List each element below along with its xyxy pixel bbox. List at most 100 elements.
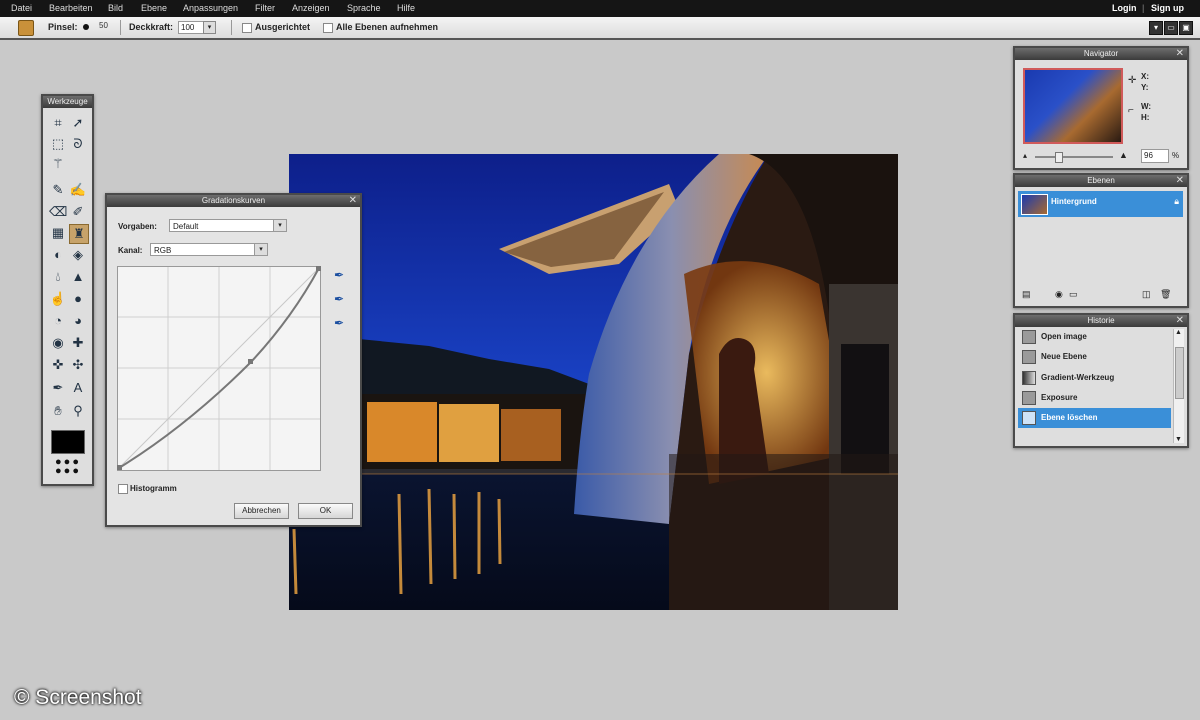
marquee-icon[interactable]: ⬚ [49, 135, 67, 153]
menu-datei[interactable]: Datei [11, 3, 32, 13]
hand-icon[interactable]: ✋︎ [49, 402, 67, 420]
position-icon: ✛ [1128, 75, 1137, 86]
pencil-icon[interactable]: ✎ [49, 181, 67, 199]
navigator-thumbnail[interactable] [1023, 68, 1123, 144]
zoom-slider-handle[interactable] [1055, 152, 1063, 163]
zoom-icon[interactable]: ⚲ [69, 402, 87, 420]
curve-point[interactable] [248, 359, 253, 364]
black-point-eyedropper-icon[interactable]: ✒ [334, 268, 344, 282]
replace-color-icon[interactable]: ✐ [69, 203, 87, 221]
layers-panel: Ebenen ✕ Hintergrund 🔒︎ ▤ ◉ ▭ ◫ 🗑︎ [1013, 173, 1189, 308]
cancel-button[interactable]: Abbrechen [234, 503, 289, 519]
scroll-thumb[interactable] [1175, 347, 1184, 399]
sponge-icon[interactable]: ● [69, 290, 87, 308]
color-picker-icon[interactable]: ✒ [49, 379, 67, 397]
close-icon[interactable]: ✕ [1176, 315, 1184, 327]
menu-filter[interactable]: Filter [255, 3, 275, 13]
channel-select-value: RGB [154, 246, 172, 255]
sharpen-icon[interactable]: ▲ [69, 268, 87, 286]
menu-separator: | [1142, 3, 1145, 13]
type-icon[interactable]: A [69, 379, 87, 397]
menu-bearbeiten[interactable]: Bearbeiten [49, 3, 93, 13]
navigator-y-label: Y: [1141, 83, 1149, 92]
window-fullscreen-button[interactable]: ▣ [1179, 21, 1193, 35]
layers-title: Ebenen [1015, 175, 1187, 187]
clone-stamp-icon[interactable]: ♜ [69, 224, 89, 244]
menu-anpassungen[interactable]: Anpassungen [183, 3, 238, 13]
white-point-eyedropper-icon[interactable]: ✒ [334, 316, 344, 330]
login-link[interactable]: Login [1112, 3, 1137, 13]
history-item[interactable]: Exposure [1018, 388, 1171, 408]
opacity-dropdown-button[interactable]: ▾ [203, 21, 216, 34]
burn-icon[interactable]: ◕ [69, 312, 87, 330]
foreground-color-swatch[interactable] [51, 430, 85, 454]
history-item-selected[interactable]: Ebene löschen [1018, 408, 1171, 428]
scroll-down-icon[interactable]: ▼ [1175, 436, 1182, 443]
close-icon[interactable]: ✕ [1176, 175, 1184, 187]
gradient-icon[interactable]: ▦ [49, 224, 67, 242]
blur-icon[interactable]: 💧︎ [49, 268, 67, 286]
crop-icon[interactable]: ⌗ [49, 114, 67, 132]
new-group-icon[interactable]: ▭ [1069, 289, 1078, 300]
aligned-label: Ausgerichtet [255, 22, 311, 32]
color-replace-icon[interactable]: ◐ [49, 246, 67, 264]
layer-styles-icon[interactable]: ▤ [1022, 289, 1031, 300]
histogram-checkbox[interactable] [118, 484, 128, 494]
dodge-icon[interactable]: ◔ [49, 312, 67, 330]
menu-bild[interactable]: Bild [108, 3, 123, 13]
channel-select[interactable]: RGB ▾ [150, 243, 268, 256]
smudge-icon[interactable]: ☝ [49, 290, 67, 308]
all-layers-label: Alle Ebenen aufnehmen [336, 22, 439, 32]
aligned-checkbox[interactable] [242, 23, 252, 33]
scroll-up-icon[interactable]: ▲ [1175, 329, 1182, 336]
brush-presets-icon[interactable]: ●●● ●●● [49, 457, 87, 478]
history-item[interactable]: Neue Ebene [1018, 347, 1171, 367]
menu-ebene[interactable]: Ebene [141, 3, 167, 13]
window-maximize-button[interactable]: ▭ [1164, 21, 1178, 35]
paint-bucket-icon[interactable]: ◈ [69, 246, 87, 264]
preset-select[interactable]: Default ▾ [169, 219, 287, 232]
lasso-icon[interactable]: ᘐ [69, 135, 87, 153]
zoom-slider[interactable] [1035, 152, 1113, 163]
brush-icon[interactable]: ✍ [69, 181, 87, 199]
window-cascade-button[interactable]: ▾ [1149, 21, 1163, 35]
curve-point[interactable] [117, 465, 122, 470]
layer-mask-icon[interactable]: ◉ [1055, 289, 1063, 300]
new-layer-icon[interactable]: ◫ [1142, 289, 1151, 300]
menu-sprache[interactable]: Sprache [347, 3, 381, 13]
opacity-input[interactable]: 100 [178, 21, 204, 34]
history-scrollbar[interactable]: ▲ ▼ [1173, 329, 1184, 443]
spot-heal-icon[interactable]: ✚ [69, 334, 87, 352]
brush-dot-icon[interactable] [83, 24, 89, 30]
red-eye-icon[interactable]: ◉ [49, 334, 67, 352]
menu-anzeigen[interactable]: Anzeigen [292, 3, 330, 13]
layer-row[interactable]: Hintergrund 🔒︎ [1018, 191, 1183, 217]
history-item[interactable]: Open image [1018, 327, 1171, 347]
curve-graph[interactable] [117, 266, 321, 471]
canvas-image[interactable] [289, 154, 898, 610]
all-layers-checkbox[interactable] [323, 23, 333, 33]
toolbar-separator [120, 20, 121, 35]
layer-thumbnail [1021, 194, 1048, 215]
navigator-panel: Navigator ✕ ✛ X: Y: ⌐ W: H: ▴ ▲ 96 % [1013, 46, 1189, 170]
layers-footer: ▤ ◉ ▭ ◫ 🗑︎ [1018, 289, 1183, 302]
ok-button[interactable]: OK [298, 503, 353, 519]
zoom-input[interactable]: 96 [1141, 149, 1169, 163]
brush-size-value[interactable]: 50 [99, 21, 108, 30]
delete-layer-icon[interactable]: 🗑︎ [1160, 289, 1171, 300]
zoom-out-icon[interactable]: ▴ [1023, 151, 1027, 160]
zoom-in-icon[interactable]: ▲ [1119, 150, 1128, 160]
menu-hilfe[interactable]: Hilfe [397, 3, 415, 13]
curve-point[interactable] [316, 266, 321, 271]
gray-point-eyedropper-icon[interactable]: ✒ [334, 292, 344, 306]
close-icon[interactable]: ✕ [1176, 48, 1184, 60]
signup-link[interactable]: Sign up [1151, 3, 1184, 13]
navigator-w-label: W: [1141, 102, 1152, 111]
bloat-icon[interactable]: ✜ [49, 356, 67, 374]
eraser-icon[interactable]: ⌫ [49, 203, 67, 221]
move-icon[interactable]: ➚ [69, 114, 87, 132]
history-item[interactable]: Gradient-Werkzeug [1018, 368, 1171, 388]
pinch-icon[interactable]: ✣ [69, 356, 87, 374]
close-icon[interactable]: ✕ [349, 195, 357, 207]
magic-wand-icon[interactable]: ⚚ [49, 155, 67, 173]
